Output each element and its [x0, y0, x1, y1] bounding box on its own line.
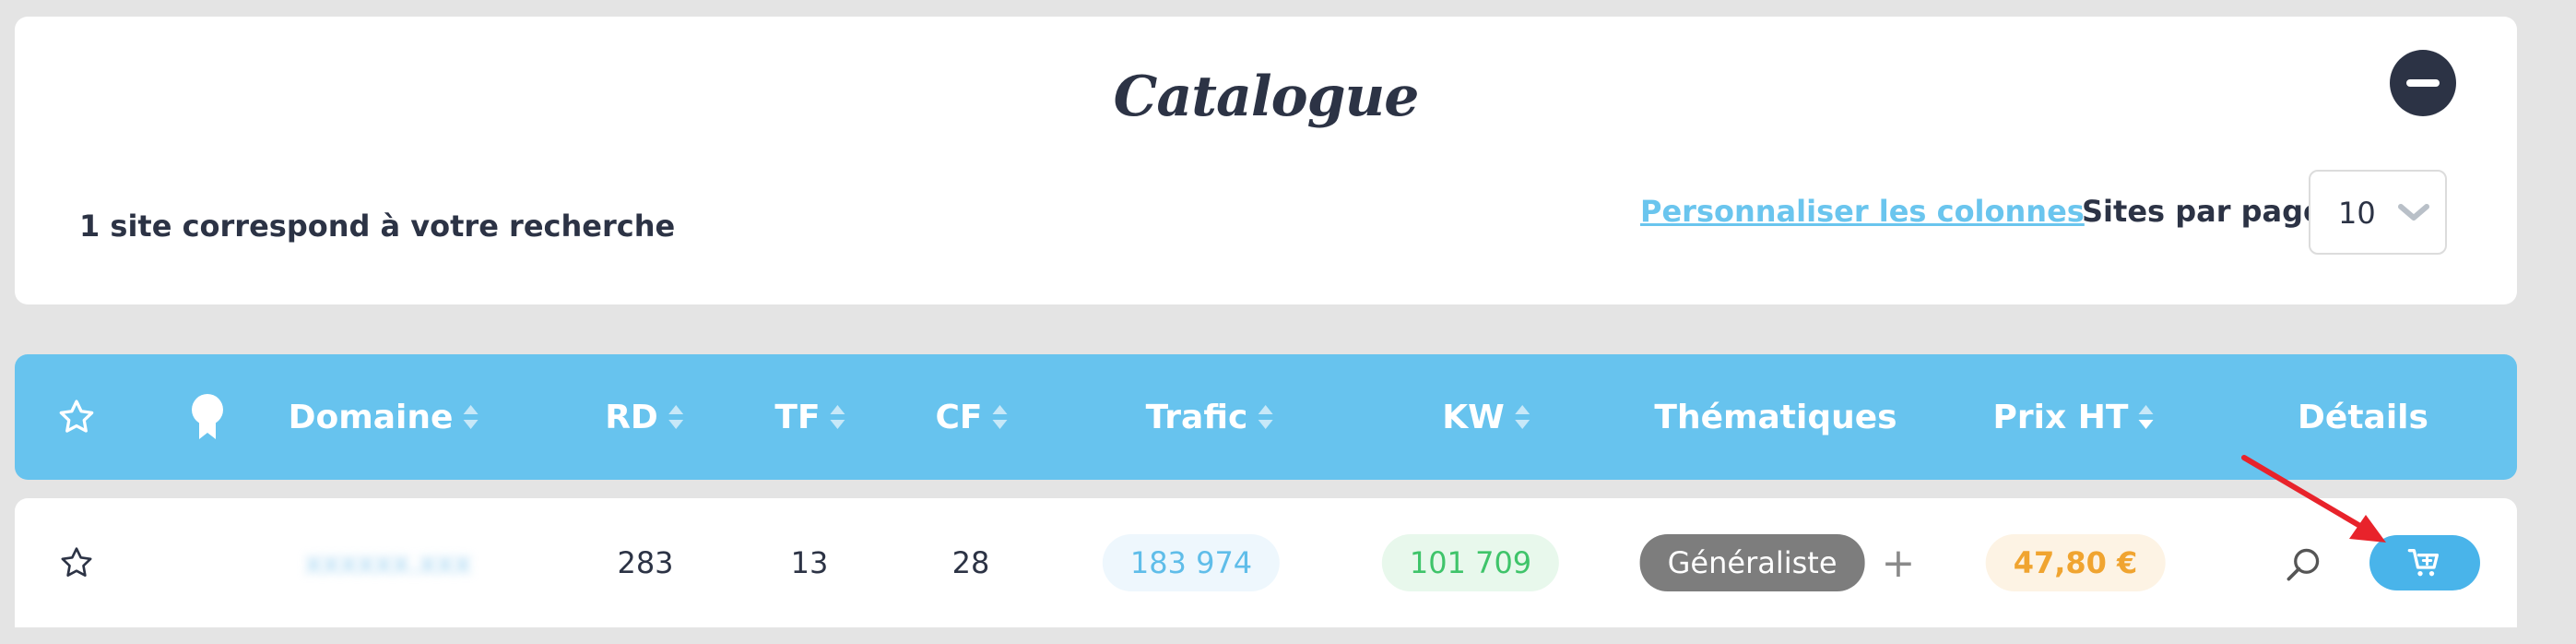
sort-icon — [1514, 405, 1530, 429]
favorite-column-header[interactable] — [56, 354, 97, 480]
rd-value: 283 — [617, 545, 674, 580]
column-header-prix[interactable]: Prix HT — [1993, 354, 2155, 480]
column-label: Trafic — [1145, 398, 1248, 436]
cf-value: 28 — [951, 545, 990, 580]
minus-icon — [2406, 79, 2440, 87]
kw-cell: 101 709 — [1381, 498, 1560, 627]
column-label: Domaine — [288, 398, 454, 436]
table-row: xxxxxx.xxx 283 13 28 183 974 101 709 Gén… — [15, 498, 2517, 627]
tf-value: 13 — [790, 545, 829, 580]
column-label: Thématiques — [1654, 398, 1897, 436]
price-badge: 47,80 € — [1985, 534, 2166, 591]
column-label: Prix HT — [1992, 398, 2129, 436]
sort-icon — [668, 405, 683, 429]
column-label: Détails — [2298, 398, 2428, 436]
column-header-domaine[interactable]: Domaine — [289, 354, 479, 480]
sort-icon — [992, 405, 1008, 429]
per-page-label: Sites par page — [2082, 194, 2323, 229]
sort-icon — [2138, 405, 2154, 429]
add-to-cart-button[interactable] — [2369, 535, 2480, 590]
favorite-toggle[interactable] — [58, 498, 95, 627]
rank-column-header[interactable] — [189, 354, 226, 480]
result-count: 1 site correspond à votre recherche — [79, 209, 676, 244]
column-header-thematiques: Thématiques — [1654, 354, 1897, 480]
column-header-details: Détails — [2298, 354, 2428, 480]
sort-icon — [830, 405, 845, 429]
column-label: TF — [774, 398, 821, 436]
kw-badge: 101 709 — [1381, 534, 1560, 591]
column-header-rd[interactable]: RD — [605, 354, 684, 480]
sort-icon — [463, 405, 479, 429]
column-header-trafic[interactable]: Trafic — [1146, 354, 1274, 480]
search-icon[interactable] — [2283, 544, 2323, 585]
per-page-select[interactable]: 10 — [2309, 170, 2447, 255]
cart-add-icon — [2407, 549, 2439, 577]
thematiques-cell: Généraliste + — [1639, 498, 1916, 627]
catalogue-card: Catalogue 1 site correspond à votre rech… — [15, 17, 2517, 304]
page-title: Catalogue — [1113, 65, 1420, 129]
collapse-button[interactable] — [2390, 50, 2456, 116]
thematique-tag: Généraliste — [1639, 534, 1865, 591]
domain-text: xxxxxx.xxx — [304, 545, 472, 580]
column-label: KW — [1442, 398, 1505, 436]
column-header-tf[interactable]: TF — [774, 354, 845, 480]
column-label: RD — [605, 398, 658, 436]
trafic-badge: 183 974 — [1102, 534, 1281, 591]
trafic-cell: 183 974 — [1102, 498, 1281, 627]
column-header-cf[interactable]: CF — [935, 354, 1008, 480]
customize-columns-link[interactable]: Personnaliser les colonnes — [1640, 194, 2085, 229]
domain-link[interactable]: xxxxxx.xxx — [305, 498, 472, 627]
add-thematique-button[interactable]: + — [1882, 540, 1916, 587]
chevron-down-icon — [2398, 204, 2429, 221]
table-header: Domaine RD TF CF Trafic KW Thématiques P… — [15, 354, 2517, 480]
star-outline-icon — [59, 400, 94, 433]
per-page-value: 10 — [2338, 196, 2376, 231]
sort-icon — [1258, 405, 1273, 429]
star-outline-icon — [61, 547, 92, 577]
column-label: CF — [935, 398, 983, 436]
column-header-kw[interactable]: KW — [1442, 354, 1530, 480]
prix-cell: 47,80 € — [1985, 498, 2166, 627]
award-ribbon-icon — [192, 394, 223, 439]
